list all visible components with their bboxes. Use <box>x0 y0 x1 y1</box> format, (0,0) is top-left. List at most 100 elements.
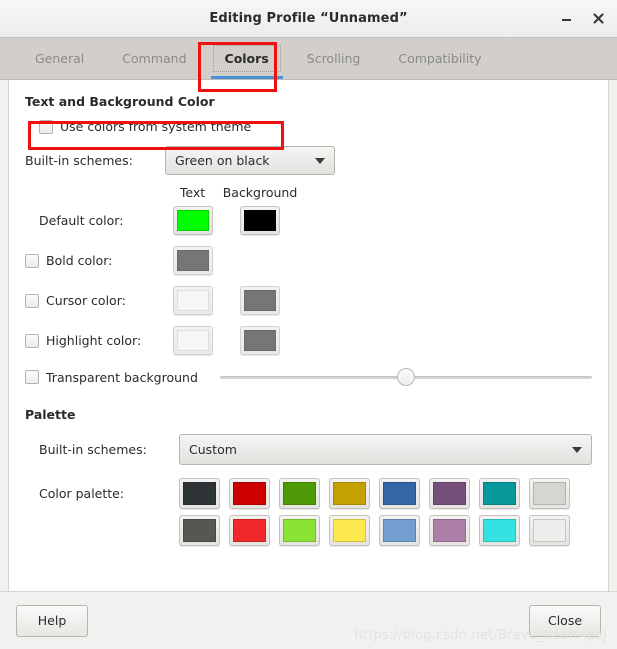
color-palette-row-1 <box>179 478 570 509</box>
tab-colors[interactable]: Colors <box>206 38 288 79</box>
dialog-footer: Help Close https://blog.csdn.net/Brave_h… <box>0 591 617 649</box>
highlight-color-checkbox[interactable] <box>25 333 39 348</box>
tab-command[interactable]: Command <box>103 38 205 79</box>
tab-general[interactable]: General <box>16 38 103 79</box>
color-palette-row-2 <box>179 515 570 546</box>
tab-scrolling-label: Scrolling <box>306 51 361 66</box>
tab-scrolling[interactable]: Scrolling <box>288 38 380 79</box>
text-builtin-schemes-row: Built-in schemes: Green on black <box>25 146 592 175</box>
text-builtin-schemes-label: Built-in schemes: <box>25 153 133 168</box>
palette-swatch-2-6[interactable] <box>429 515 470 546</box>
palette-swatch-1-8[interactable] <box>529 478 570 509</box>
highlight-color-row: Highlight color: <box>25 326 592 355</box>
cursor-background-color-swatch[interactable] <box>240 286 280 315</box>
palette-swatch-1-5[interactable] <box>379 478 420 509</box>
bold-color-checkbox[interactable] <box>25 253 39 268</box>
palette-heading: Palette <box>25 407 76 422</box>
palette-swatch-fill <box>433 482 466 505</box>
column-header-text: Text <box>179 185 206 200</box>
palette-swatch-fill <box>483 519 516 542</box>
help-button[interactable]: Help <box>16 604 88 637</box>
default-color-label: Default color: <box>39 213 124 228</box>
tab-bar: General Command Colors Scrolling Compati… <box>0 38 617 80</box>
highlight-text-color-swatch[interactable] <box>172 326 213 355</box>
cursor-text-color-fill <box>176 290 209 311</box>
transparent-background-row: Transparent background <box>25 367 592 387</box>
titlebar: Editing Profile “Unnamed” <box>0 0 617 38</box>
window-controls <box>555 0 609 37</box>
palette-swatch-2-1[interactable] <box>179 515 220 546</box>
palette-swatch-fill <box>533 482 566 505</box>
palette-swatch-1-2[interactable] <box>229 478 270 509</box>
default-background-color-swatch[interactable] <box>240 206 280 235</box>
use-system-theme-label: Use colors from system theme <box>60 119 252 134</box>
default-text-color-swatch[interactable] <box>172 206 213 235</box>
palette-builtin-schemes-label: Built-in schemes: <box>39 442 147 457</box>
palette-builtin-schemes-row: Built-in schemes: Custom <box>25 434 592 465</box>
palette-swatch-2-3[interactable] <box>279 515 320 546</box>
tab-compatibility[interactable]: Compatibility <box>379 38 500 79</box>
transparency-slider-handle[interactable] <box>397 368 415 386</box>
tab-command-label: Command <box>122 51 187 66</box>
tab-colors-label: Colors <box>224 51 269 66</box>
default-background-color-fill <box>244 210 276 231</box>
chevron-down-icon <box>572 446 582 453</box>
cursor-background-color-fill <box>244 290 276 311</box>
colors-tab-panel: Text and Background Color Use colors fro… <box>8 80 609 591</box>
palette-swatch-fill <box>333 482 366 505</box>
color-palette-grid <box>179 478 570 546</box>
use-system-theme-row[interactable]: Use colors from system theme <box>39 119 592 134</box>
transparency-slider[interactable] <box>220 367 592 387</box>
palette-swatch-fill <box>233 482 266 505</box>
palette-swatch-fill <box>283 519 316 542</box>
palette-builtin-schemes-value: Custom <box>189 442 237 457</box>
transparent-background-checkbox[interactable] <box>25 370 39 384</box>
use-system-theme-checkbox[interactable] <box>39 119 53 134</box>
palette-swatch-fill <box>333 519 366 542</box>
palette-builtin-schemes-combo[interactable]: Custom <box>179 434 592 465</box>
tab-compatibility-label: Compatibility <box>398 51 482 66</box>
bold-text-color-fill <box>176 250 209 271</box>
palette-swatch-fill <box>533 519 566 542</box>
editing-profile-window: Editing Profile “Unnamed” General Comman… <box>0 0 617 649</box>
palette-swatch-fill <box>383 519 416 542</box>
highlight-background-color-fill <box>244 330 276 351</box>
bold-text-color-swatch[interactable] <box>172 246 213 275</box>
chevron-down-icon <box>315 157 325 164</box>
cursor-color-checkbox[interactable] <box>25 293 39 308</box>
highlight-background-color-swatch[interactable] <box>240 326 280 355</box>
highlight-text-color-fill <box>176 330 209 351</box>
tab-active-underline <box>210 76 283 79</box>
palette-swatch-1-7[interactable] <box>479 478 520 509</box>
close-button[interactable]: Close <box>529 604 601 637</box>
close-icon[interactable] <box>587 8 609 30</box>
palette-swatch-1-4[interactable] <box>329 478 370 509</box>
palette-swatch-1-6[interactable] <box>429 478 470 509</box>
palette-swatch-fill <box>433 519 466 542</box>
palette-swatch-2-8[interactable] <box>529 515 570 546</box>
palette-swatch-fill <box>183 482 216 505</box>
palette-swatch-fill <box>283 482 316 505</box>
palette-swatch-2-2[interactable] <box>229 515 270 546</box>
minimize-icon[interactable] <box>555 8 577 30</box>
transparent-background-label: Transparent background <box>46 369 198 385</box>
cursor-text-color-swatch[interactable] <box>172 286 213 315</box>
default-color-row: Default color: <box>25 206 592 235</box>
cursor-color-row: Cursor color: <box>25 286 592 315</box>
palette-swatch-fill <box>183 519 216 542</box>
palette-swatch-2-5[interactable] <box>379 515 420 546</box>
palette-swatch-2-4[interactable] <box>329 515 370 546</box>
palette-swatch-1-3[interactable] <box>279 478 320 509</box>
palette-swatch-fill <box>483 482 516 505</box>
palette-swatch-fill <box>233 519 266 542</box>
text-builtin-schemes-combo[interactable]: Green on black <box>165 146 335 175</box>
bold-color-row: Bold color: <box>25 246 592 275</box>
color-column-headers: Text Background <box>25 185 592 200</box>
tab-general-label: General <box>35 51 85 66</box>
palette-swatch-2-7[interactable] <box>479 515 520 546</box>
highlight-color-label: Highlight color: <box>46 333 142 348</box>
palette-swatch-1-1[interactable] <box>179 478 220 509</box>
color-palette-label: Color palette: <box>39 486 125 501</box>
text-builtin-schemes-value: Green on black <box>175 153 270 168</box>
cursor-color-label: Cursor color: <box>46 293 126 308</box>
